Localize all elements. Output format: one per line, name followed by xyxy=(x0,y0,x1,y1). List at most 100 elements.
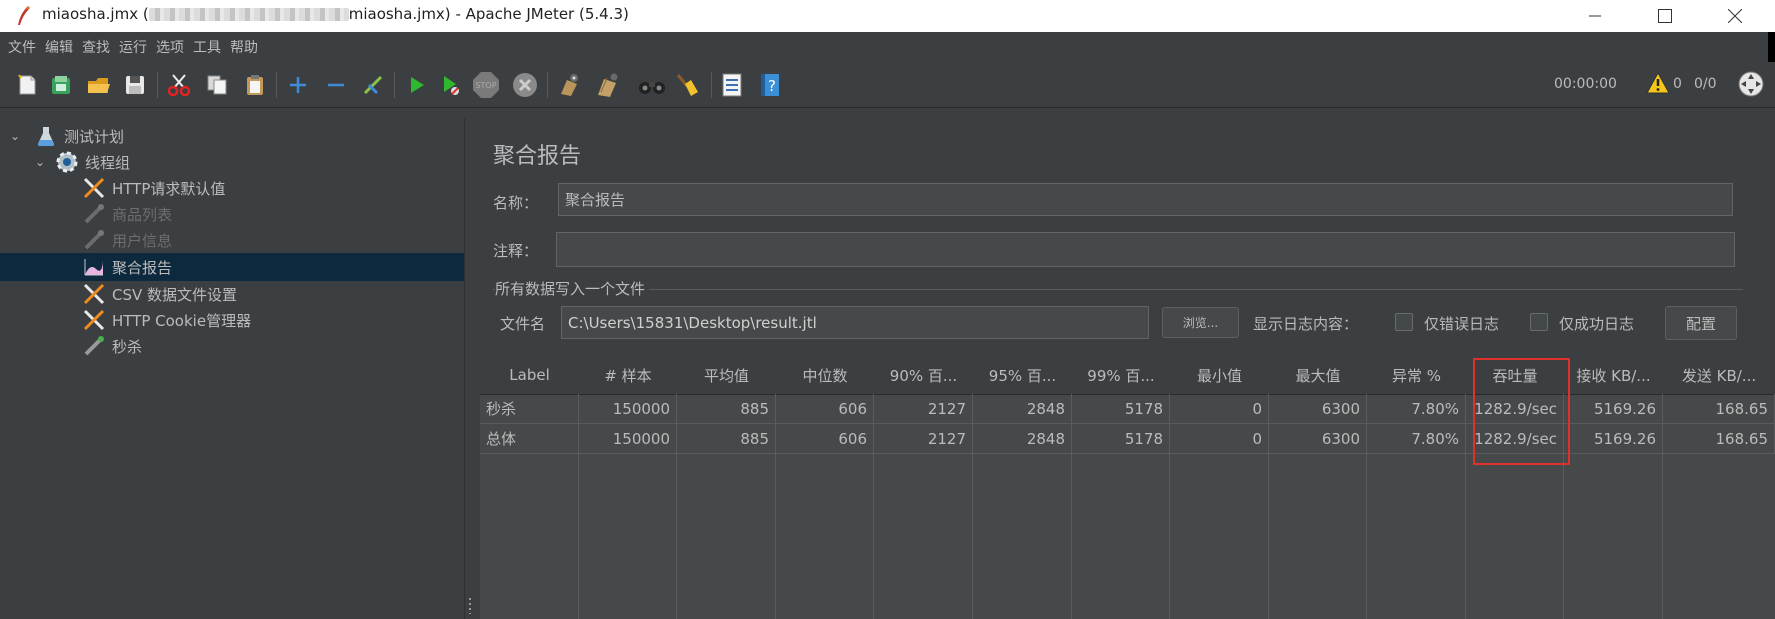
table-cell[interactable]: 150000 xyxy=(579,394,677,424)
remote-status-icon[interactable] xyxy=(1737,70,1765,102)
table-cell[interactable]: 总体 xyxy=(480,424,579,454)
menu-tools[interactable]: 工具 xyxy=(193,37,221,57)
name-field[interactable]: 聚合报告 xyxy=(558,183,1733,216)
tree-item-label: 秒杀 xyxy=(112,337,143,356)
table-cell[interactable]: 2848 xyxy=(973,394,1072,424)
split-pane-divider[interactable] xyxy=(464,118,476,619)
menu-file[interactable]: 文件 xyxy=(8,37,36,57)
column-divider xyxy=(1366,454,1367,619)
column-header-average[interactable]: 平均值 xyxy=(677,356,777,395)
close-button[interactable] xyxy=(1705,0,1765,32)
column-header-min[interactable]: 最小值 xyxy=(1170,356,1270,395)
table-cell[interactable]: 606 xyxy=(776,394,874,424)
table-cell[interactable]: 5169.26 xyxy=(1564,394,1663,424)
search-button[interactable] xyxy=(637,70,667,100)
paste-button[interactable] xyxy=(240,70,270,100)
title-bar: miaosha.jmx (miaosha.jmx) - Apache JMete… xyxy=(0,0,1775,32)
column-header-sent-kb[interactable]: 发送 KB/... xyxy=(1663,356,1775,395)
column-header-error-pct[interactable]: 异常 % xyxy=(1367,356,1467,395)
table-cell[interactable]: 7.80% xyxy=(1367,394,1466,424)
table-cell[interactable]: 2127 xyxy=(874,424,973,454)
close-icon xyxy=(1728,9,1742,23)
plus-icon xyxy=(290,77,306,93)
table-cell[interactable]: 5169.26 xyxy=(1564,424,1663,454)
table-cell[interactable]: 606 xyxy=(776,424,874,454)
chevron-down-icon[interactable]: ⌄ xyxy=(8,129,22,143)
chevron-down-icon[interactable]: ⌄ xyxy=(33,155,47,169)
tree-item-label: 聚合报告 xyxy=(112,258,173,277)
column-header-p90[interactable]: 90% 百... xyxy=(874,356,974,395)
comment-field[interactable] xyxy=(556,232,1735,267)
table-cell[interactable]: 5178 xyxy=(1072,424,1170,454)
reset-search-button[interactable] xyxy=(672,70,702,100)
tree-item-user-info[interactable]: 用户信息 xyxy=(0,226,464,254)
table-cell[interactable]: 6300 xyxy=(1269,394,1367,424)
table-cell[interactable]: 168.65 xyxy=(1663,424,1775,454)
menu-search[interactable]: 查找 xyxy=(82,37,110,57)
tree-item-label: 用户信息 xyxy=(112,231,173,250)
table-cell[interactable]: 150000 xyxy=(579,424,677,454)
filename-field[interactable]: C:\Users\15831\Desktop\result.jtl xyxy=(561,306,1149,339)
function-helper-button[interactable] xyxy=(717,70,747,100)
table-cell[interactable]: 6300 xyxy=(1269,424,1367,454)
table-cell[interactable]: 168.65 xyxy=(1663,394,1775,424)
success-only-checkbox[interactable] xyxy=(1530,313,1548,331)
templates-button[interactable] xyxy=(46,70,76,100)
menu-options[interactable]: 选项 xyxy=(156,37,184,57)
new-button[interactable] xyxy=(12,70,42,100)
tree-item-http-defaults[interactable]: HTTP请求默认值 xyxy=(0,174,464,202)
column-header-p99[interactable]: 99% 百... xyxy=(1072,356,1171,395)
column-header-median[interactable]: 中位数 xyxy=(776,356,875,395)
menu-run[interactable]: 运行 xyxy=(119,37,147,57)
configure-button[interactable]: 配置 xyxy=(1665,306,1737,340)
start-button[interactable] xyxy=(401,70,431,100)
shutdown-button[interactable] xyxy=(510,70,540,100)
tree-item-csv-data-set[interactable]: CSV 数据文件设置 xyxy=(0,280,464,308)
table-cell[interactable]: 秒杀 xyxy=(480,394,579,424)
flask-icon xyxy=(34,124,58,148)
errors-only-checkbox[interactable] xyxy=(1395,313,1413,331)
tree-item-seckill[interactable]: 秒杀 xyxy=(0,332,464,360)
cut-button[interactable] xyxy=(164,70,194,100)
collapse-all-button[interactable] xyxy=(321,70,351,100)
menu-edit[interactable]: 编辑 xyxy=(45,37,73,57)
toggle-button[interactable] xyxy=(358,70,388,100)
clear-all-button[interactable] xyxy=(593,70,623,100)
warning-icon[interactable] xyxy=(1646,71,1670,98)
minimize-button[interactable] xyxy=(1565,0,1625,32)
expand-all-button[interactable] xyxy=(283,70,313,100)
browse-button[interactable]: 浏览... xyxy=(1162,307,1239,338)
results-table[interactable]: Label # 样本 平均值 中位数 90% 百... 95% 百... 99%… xyxy=(480,356,1775,619)
column-divider xyxy=(873,454,874,619)
column-divider xyxy=(676,454,677,619)
open-button[interactable] xyxy=(84,70,114,100)
copy-button[interactable] xyxy=(202,70,232,100)
tree-item-test-plan[interactable]: ⌄ 测试计划 xyxy=(0,122,464,150)
tree-item-aggregate-report[interactable]: 聚合报告 xyxy=(0,253,464,281)
column-header-label[interactable]: Label xyxy=(480,356,580,395)
tree-item-cookie-manager[interactable]: HTTP Cookie管理器 xyxy=(0,306,464,334)
table-cell[interactable]: 7.80% xyxy=(1367,424,1466,454)
column-header-p95[interactable]: 95% 百... xyxy=(973,356,1073,395)
divider-grip-icon[interactable] xyxy=(469,598,471,614)
column-header-samples[interactable]: # 样本 xyxy=(579,356,678,395)
clear-icon xyxy=(561,74,578,96)
help-button[interactable]: ? xyxy=(755,70,785,100)
table-cell[interactable]: 0 xyxy=(1170,424,1269,454)
clear-button[interactable] xyxy=(555,70,585,100)
table-cell[interactable]: 885 xyxy=(677,424,776,454)
column-header-received-kb[interactable]: 接收 KB/... xyxy=(1564,356,1664,395)
save-button[interactable] xyxy=(120,70,150,100)
table-cell[interactable]: 2127 xyxy=(874,394,973,424)
menu-help[interactable]: 帮助 xyxy=(230,37,258,57)
tree-item-thread-group[interactable]: ⌄ 线程组 xyxy=(0,148,464,176)
stop-button[interactable]: STOP xyxy=(471,70,501,100)
table-cell[interactable]: 885 xyxy=(677,394,776,424)
column-header-max[interactable]: 最大值 xyxy=(1269,356,1368,395)
start-no-pauses-button[interactable] xyxy=(436,70,466,100)
table-cell[interactable]: 0 xyxy=(1170,394,1269,424)
maximize-button[interactable] xyxy=(1635,0,1695,32)
tree-item-product-list[interactable]: 商品列表 xyxy=(0,200,464,228)
table-cell[interactable]: 5178 xyxy=(1072,394,1170,424)
table-cell[interactable]: 2848 xyxy=(973,424,1072,454)
